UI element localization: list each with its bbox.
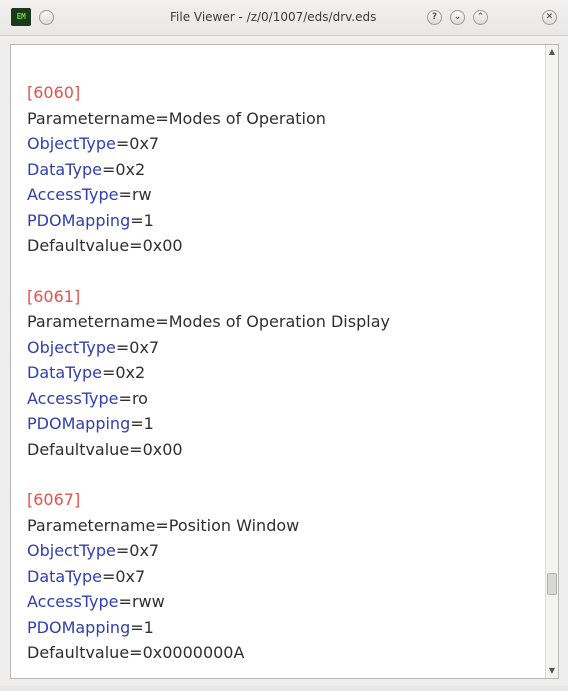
entry-key: Parametername (27, 515, 156, 535)
minimize-button[interactable]: ⌄ (450, 10, 465, 25)
ini-section: [6060] Parametername=Modes of Operation Ob… (27, 80, 537, 259)
key-value-line: Defaultvalue=0x0000000A (27, 640, 537, 666)
key-value-line: Defaultvalue=0x00 (27, 233, 537, 259)
entry-key: Parametername (27, 312, 156, 331)
vertical-scrollbar[interactable]: ▲ ▼ (545, 45, 558, 678)
key-value-line: ObjectType=0x7 (27, 335, 537, 361)
ini-section: [6067] Parametername=Position Window Objec… (27, 487, 537, 666)
section-header: [6061] (27, 286, 81, 306)
key-value-line: Parametername=Modes of Operation (27, 106, 537, 132)
entry-key: PDOMapping (27, 617, 131, 637)
close-icon: ✕ (545, 12, 554, 22)
entry-value: =0x00 (129, 439, 183, 459)
key-value-line: Defaultvalue=0x00 (27, 437, 537, 463)
entry-key: DataType (27, 159, 102, 179)
key-value-line: PDOMapping=1 (27, 208, 537, 234)
section-header: [6067] (27, 490, 81, 509)
entry-value: =0x7 (101, 566, 146, 586)
entry-value: =0x2 (101, 363, 146, 382)
entry-value: =ro (118, 388, 148, 408)
key-value-line: AccessType=rww (27, 589, 537, 615)
entry-key: AccessType (27, 388, 119, 408)
entry-value: =0x7 (115, 337, 160, 357)
entry-key: ObjectType (27, 134, 116, 153)
ini-section: [6061] Parametername=Modes of Operation D… (27, 284, 537, 463)
key-value-line: DataType=0x2 (27, 157, 537, 183)
entry-value: =0x7 (115, 134, 160, 153)
entry-key: Defaultvalue (27, 236, 130, 255)
chevron-up-icon: ⌃ (476, 12, 485, 22)
key-value-line: Parametername=Modes of Operation Display (27, 309, 537, 335)
key-value-line: AccessType=rw (27, 182, 537, 208)
entry-value: =Modes of Operation (155, 108, 326, 128)
entry-key: Defaultvalue (27, 439, 130, 459)
key-value-line: ObjectType=0x7 (27, 538, 537, 564)
entry-value: =0x7 (115, 541, 160, 560)
key-value-line: Parametername=Position Window (27, 513, 537, 539)
entry-value: =0x00 (129, 236, 183, 255)
entry-key: AccessType (27, 592, 119, 611)
file-content-view[interactable]: [6060] Parametername=Modes of Operation Ob… (10, 44, 559, 679)
entry-value: =Modes of Operation Display (155, 312, 390, 331)
entry-key: PDOMapping (27, 210, 131, 230)
key-value-line: DataType=0x7 (27, 564, 537, 590)
entry-key: Defaultvalue (27, 643, 130, 662)
file-viewer-window: EM File Viewer - /z/0/1007/eds/drv.eds ?… (0, 0, 568, 686)
entry-key: ObjectType (27, 337, 116, 357)
key-value-line: PDOMapping=1 (27, 411, 537, 437)
app-icon[interactable]: EM (11, 8, 31, 26)
entry-value: =0x2 (101, 159, 146, 179)
chevron-down-icon: ⌄ (453, 12, 462, 22)
entry-key: AccessType (27, 185, 119, 204)
maximize-button[interactable]: ⌃ (473, 10, 488, 25)
title-bar[interactable]: EM File Viewer - /z/0/1007/eds/drv.eds ?… (0, 0, 568, 36)
entry-value: =rw (118, 185, 152, 204)
key-value-line: ObjectType=0x7 (27, 131, 537, 157)
window-title: File Viewer - /z/0/1007/eds/drv.eds (170, 10, 377, 24)
key-value-line: AccessType=ro (27, 386, 537, 412)
entry-key: PDOMapping (27, 414, 131, 433)
entry-key: ObjectType (27, 541, 116, 560)
help-icon: ? (431, 12, 438, 22)
entry-value: =1 (130, 210, 154, 230)
entry-value: =Position Window (155, 515, 300, 535)
entry-value: =0x0000000A (129, 643, 245, 662)
key-value-line: DataType=0x2 (27, 360, 537, 386)
file-text: [6060] Parametername=Modes of Operation Ob… (27, 80, 537, 691)
section-header: [6060] (27, 83, 81, 102)
help-button[interactable]: ? (427, 10, 442, 25)
entry-key: Parametername (27, 108, 156, 128)
key-value-line: PDOMapping=1 (27, 615, 537, 641)
entry-key: DataType (27, 363, 102, 382)
entry-value: =1 (130, 617, 154, 637)
window-menu-button[interactable] (39, 10, 54, 25)
entry-key: DataType (27, 566, 102, 586)
entry-value: =rww (118, 592, 165, 611)
scroll-up-arrow-icon[interactable]: ▲ (546, 45, 558, 59)
entry-value: =1 (130, 414, 154, 433)
scrollbar-thumb[interactable] (547, 573, 557, 595)
close-button[interactable]: ✕ (542, 10, 557, 25)
scroll-down-arrow-icon[interactable]: ▼ (546, 664, 558, 678)
